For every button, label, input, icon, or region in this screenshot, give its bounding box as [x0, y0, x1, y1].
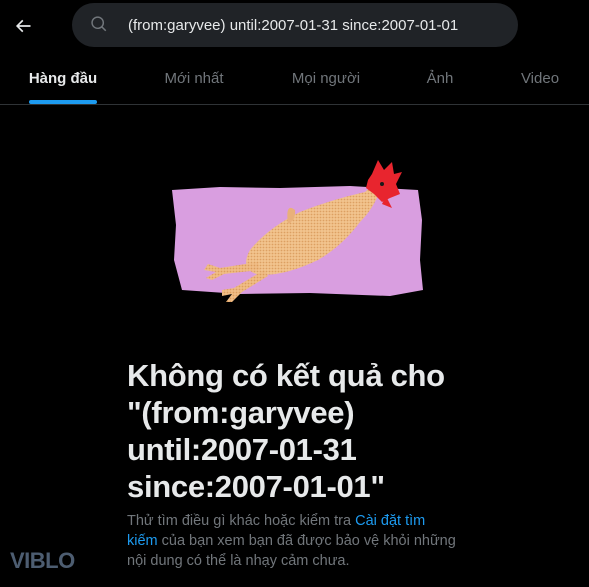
tab-latest-label: Mới nhất [164, 69, 224, 87]
rubber-chicken-illustration [172, 160, 423, 302]
tab-top-label: Hàng đầu [28, 69, 98, 87]
tab-video-label: Video [520, 69, 560, 87]
tab-people-label: Mọi người [291, 69, 361, 87]
tab-people[interactable]: Mọi người [273, 52, 379, 104]
search-box[interactable] [72, 3, 518, 47]
empty-state-title: Không có kết quả cho "(from:garyvee) unt… [127, 358, 445, 504]
tab-photos-label: Ảnh [426, 69, 454, 87]
active-tab-indicator [29, 100, 97, 104]
tab-video[interactable]: Video [505, 52, 575, 104]
viblo-watermark: VIBLO [10, 548, 75, 573]
search-input[interactable] [128, 3, 508, 47]
tab-top[interactable]: Hàng đầu [12, 52, 114, 104]
tab-latest[interactable]: Mới nhất [144, 52, 244, 104]
search-header [0, 0, 589, 52]
search-tabs: Hàng đầu Mới nhất Mọi người Ảnh Video [0, 52, 589, 105]
empty-state-desc-before: Thử tìm điều gì khác hoặc kiểm tra [127, 513, 356, 529]
tab-photos[interactable]: Ảnh [410, 52, 470, 104]
arrow-left-icon [15, 19, 31, 33]
empty-state-description: Thử tìm điều gì khác hoặc kiểm tra Cài đ… [127, 511, 457, 571]
search-results-page: Hàng đầu Mới nhất Mọi người Ảnh Video [0, 0, 589, 587]
search-icon [91, 16, 107, 32]
back-button[interactable] [8, 8, 38, 44]
empty-state-desc-after: của bạn xem bạn đã được bảo vệ khỏi nhữn… [127, 533, 456, 569]
